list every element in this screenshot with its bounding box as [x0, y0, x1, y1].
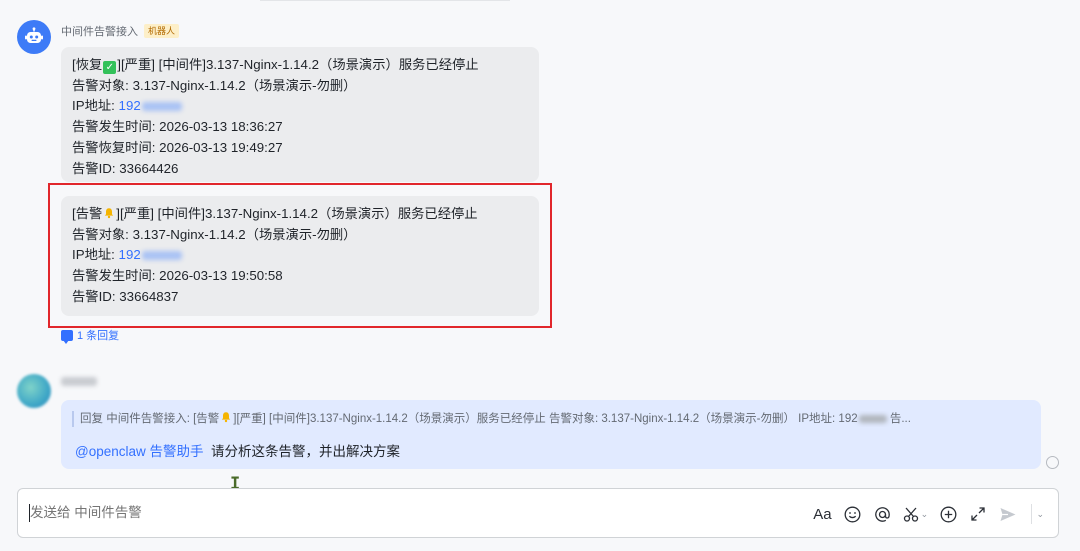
format-button[interactable]: Aa: [807, 501, 837, 527]
message-composer[interactable]: Aa ⌄ ⌄: [17, 488, 1059, 538]
divider: [1031, 504, 1033, 524]
emoji-button[interactable]: [837, 501, 867, 527]
send-options-chevron-icon[interactable]: ⌄: [1036, 509, 1044, 520]
redacted-text: [141, 102, 182, 112]
reply-count-label: 1 条回复: [77, 330, 120, 342]
sender-name[interactable]: 中间件告警接入: [61, 23, 138, 39]
scissors-icon: [903, 507, 918, 522]
user-name-redacted: [61, 377, 97, 386]
read-status-icon: [1046, 456, 1059, 469]
check-icon: ✓: [103, 61, 117, 74]
plus-circle-icon: [940, 506, 957, 522]
screenshot-button[interactable]: ⌄: [897, 501, 933, 527]
recover-time: 告警恢复时间: 2026-03-13 19:49:27: [72, 139, 283, 155]
user-message-bubble[interactable]: 回复 中间件告警接入: [告警][严重] [中间件]3.137-Nginx-1.…: [61, 400, 1041, 469]
ip-link[interactable]: 192: [119, 98, 141, 113]
at-icon: [875, 506, 890, 522]
composer-toolbar: Aa ⌄ ⌄: [807, 501, 1044, 527]
mention-button[interactable]: [867, 501, 897, 527]
message-text: @openclaw 告警助手 请分析这条告警，并出解决方案: [75, 444, 401, 459]
reply-thread-link[interactable]: 1 条回复: [61, 327, 120, 344]
send-button[interactable]: [993, 501, 1023, 527]
sender-line: 中间件告警接入 机器人: [61, 23, 180, 39]
divider: [260, 0, 510, 1]
more-button[interactable]: [933, 501, 963, 527]
card-title: [恢复 ✓][严重] [中间件]3.137-Nginx-1.14.2（场景演示）服…: [72, 57, 479, 74]
comment-icon: [61, 329, 73, 344]
smile-icon: [844, 506, 861, 522]
ip-address: IP地址: 192: [72, 96, 528, 117]
occur-time: 告警发生时间: 2026-03-13 18:36:27: [72, 119, 283, 135]
bot-avatar[interactable]: [17, 20, 51, 54]
send-icon: [1000, 507, 1016, 521]
robot-icon: [25, 27, 43, 43]
highlight-box: [48, 183, 552, 328]
alert-card-recovery[interactable]: [恢复 ✓][严重] [中间件]3.137-Nginx-1.14.2（场景演示）服…: [61, 47, 539, 182]
bot-tag: 机器人: [144, 24, 180, 38]
expand-icon: [971, 507, 986, 521]
bell-icon: [222, 412, 231, 423]
chevron-down-icon[interactable]: ⌄: [921, 509, 929, 520]
expand-button[interactable]: [963, 501, 993, 527]
mention-link[interactable]: @openclaw 告警助手: [75, 444, 204, 459]
message-input[interactable]: [30, 505, 770, 520]
quoted-reply[interactable]: 回复 中间件告警接入: [告警][严重] [中间件]3.137-Nginx-1.…: [72, 411, 1032, 427]
redacted-text: [858, 414, 887, 423]
alert-id: 告警ID: 33664426: [72, 160, 179, 176]
user-avatar[interactable]: [17, 374, 51, 408]
alert-object: 告警对象: 3.137-Nginx-1.14.2（场景演示-勿删）: [72, 77, 357, 93]
